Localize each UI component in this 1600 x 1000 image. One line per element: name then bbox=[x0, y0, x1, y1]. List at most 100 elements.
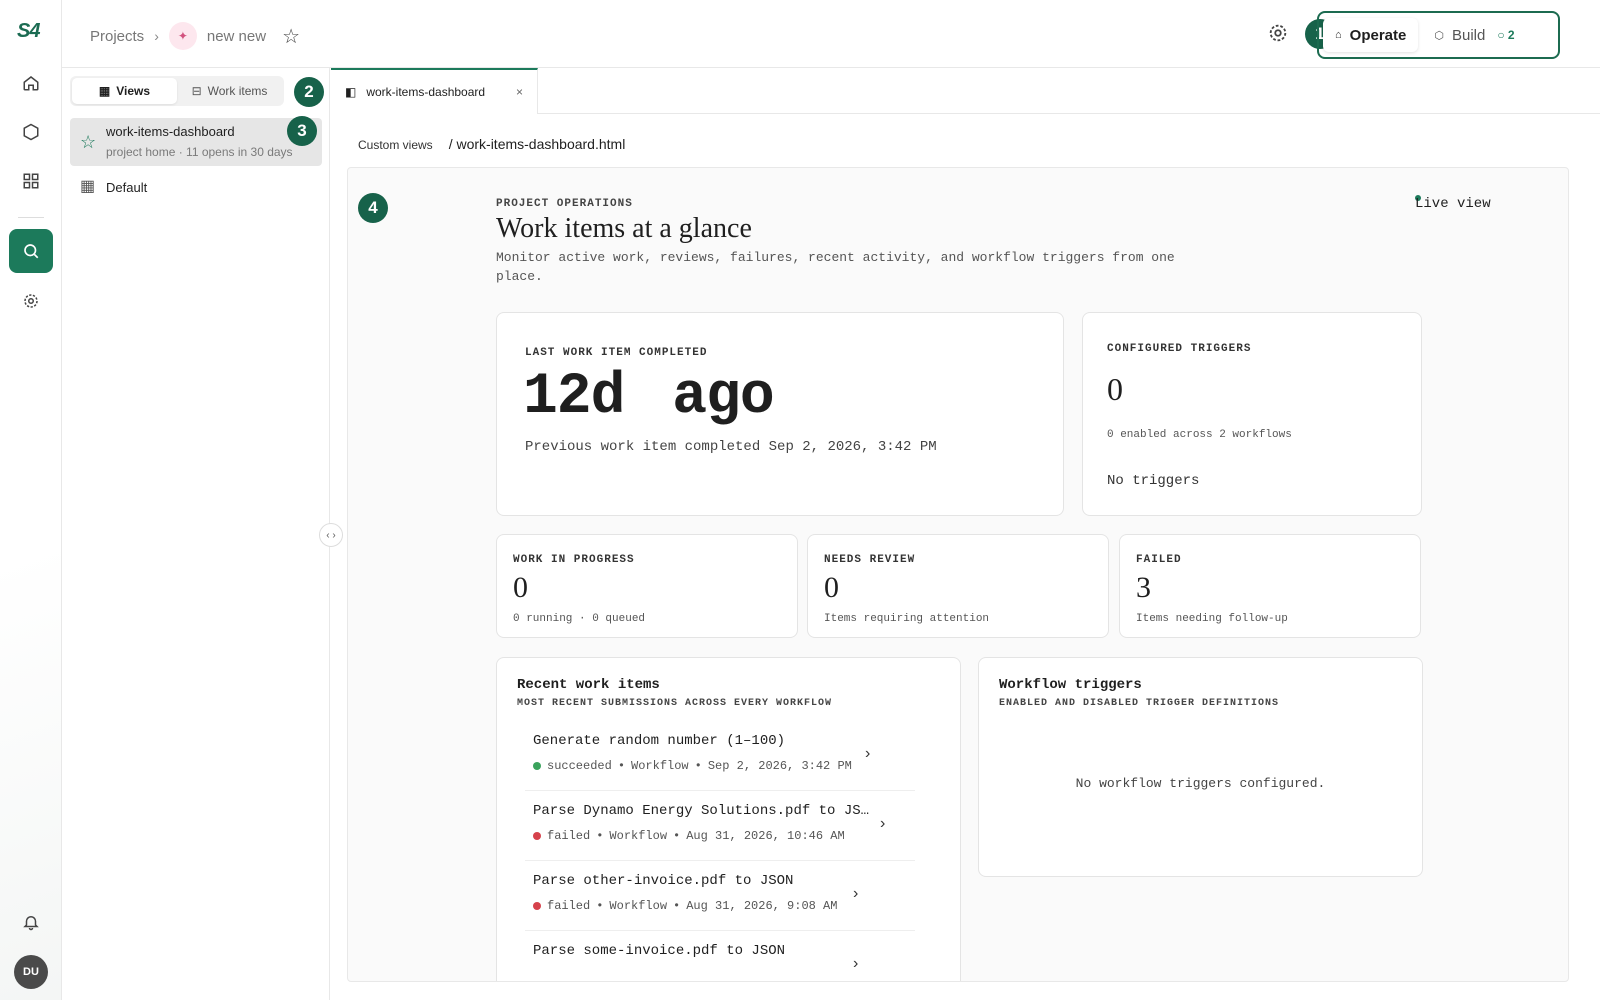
work-item-name: Generate random number (1–100) bbox=[533, 733, 786, 749]
close-icon[interactable]: × bbox=[516, 85, 523, 99]
view-item-work-items-dashboard[interactable]: ☆ work-items-dashboard project home · 11… bbox=[70, 118, 322, 166]
chevron-right-icon: › bbox=[853, 955, 859, 972]
operate-label: Operate bbox=[1349, 26, 1407, 44]
views-segment-control: ▦ Views ⊟ Work items bbox=[70, 76, 284, 106]
settings-icon[interactable] bbox=[19, 289, 43, 313]
separator: • bbox=[694, 759, 702, 773]
separator: • bbox=[673, 899, 681, 913]
list-item[interactable]: Parse other-invoice.pdf to JSON failed •… bbox=[525, 863, 915, 931]
last-completed-sub: Previous work item completed Sep 2, 2026… bbox=[525, 439, 937, 455]
project-icon: ✦ bbox=[168, 22, 197, 50]
stat-label: NEEDS REVIEW bbox=[824, 554, 916, 566]
work-item-time: Aug 31, 2026, 9:08 AM bbox=[686, 899, 838, 913]
tab-bar: ◧ work-items-dashboard × bbox=[331, 68, 1600, 114]
list-item[interactable]: Generate random number (1–100) succeeded… bbox=[525, 723, 915, 791]
chevron-right-icon: › bbox=[154, 28, 159, 44]
separator: • bbox=[673, 829, 681, 843]
collapse-panel-handle[interactable]: ‹ › bbox=[319, 523, 343, 547]
file-path: Custom views / work-items-dashboard.html bbox=[358, 136, 625, 152]
app-logo[interactable]: S4 bbox=[17, 20, 40, 43]
home-icon[interactable] bbox=[19, 71, 43, 95]
breadcrumb-project-name[interactable]: new new bbox=[207, 28, 266, 45]
tab-work-items[interactable]: ⊟ Work items bbox=[177, 78, 282, 104]
path-file: / work-items-dashboard.html bbox=[448, 136, 626, 152]
build-badge: ○ 2 bbox=[1497, 28, 1515, 42]
view-item-title: Default bbox=[106, 180, 148, 195]
work-item-type: Workflow bbox=[609, 899, 668, 913]
status-dot bbox=[533, 902, 541, 910]
build-badge-count: 2 bbox=[1507, 28, 1515, 42]
separator: • bbox=[617, 759, 626, 773]
work-item-type: Workflow bbox=[631, 759, 689, 773]
work-item-time: Aug 31, 2026, 10:46 AM bbox=[686, 829, 845, 843]
gear-icon[interactable] bbox=[1267, 22, 1291, 46]
live-view-label: Live view bbox=[1415, 196, 1491, 212]
hexagon-icon[interactable] bbox=[19, 120, 43, 144]
stat-value: 0 bbox=[824, 571, 839, 604]
work-item-status: failed bbox=[547, 899, 591, 913]
annotation-marker-2: 2 bbox=[294, 77, 324, 107]
last-completed-card: LAST WORK ITEM COMPLETED 12d ago Previou… bbox=[496, 312, 1064, 516]
inbox-icon: ⊟ bbox=[191, 84, 202, 98]
breadcrumb: Projects › ✦ new new ☆ bbox=[90, 22, 300, 50]
annotation-marker-4: 4 bbox=[358, 193, 388, 223]
card-subtitle: ENABLED AND DISABLED TRIGGER DEFINITIONS bbox=[999, 698, 1280, 709]
tab-views-label: Views bbox=[116, 84, 151, 98]
work-item-name: Parse Dynamo Energy Solutions.pdf to JS… bbox=[533, 803, 870, 819]
workflow-triggers-card: Workflow triggers ENABLED AND DISABLED T… bbox=[978, 657, 1423, 877]
work-item-time: Sep 2, 2026, 3:42 PM bbox=[707, 759, 852, 773]
tab-views[interactable]: ▦ Views bbox=[72, 78, 177, 104]
annotation-marker-3: 3 bbox=[287, 116, 317, 146]
recent-work-items-card: Recent work items MOST RECENT SUBMISSION… bbox=[496, 657, 961, 981]
work-item-type: Workflow bbox=[609, 829, 668, 843]
stat-sub: Items requiring attention bbox=[824, 613, 990, 625]
user-avatar[interactable]: DU bbox=[14, 955, 48, 989]
page-title: Work items at a glance bbox=[496, 213, 752, 244]
view-item-subtitle: project home · 11 opens in 30 days bbox=[106, 145, 293, 159]
operate-button[interactable]: ⌂ Operate bbox=[1323, 18, 1419, 52]
tab-work-items-dashboard[interactable]: ◧ work-items-dashboard × bbox=[331, 68, 538, 114]
no-triggers-text: No triggers bbox=[1107, 473, 1200, 489]
work-item-status: failed bbox=[547, 829, 591, 843]
stat-label: FAILED bbox=[1136, 554, 1182, 566]
dashboard-description: Monitor active work, reviews, failures, … bbox=[496, 250, 1175, 284]
stat-value: 3 bbox=[1136, 571, 1151, 604]
chevron-right-icon: › bbox=[865, 745, 871, 762]
dashboard-icon[interactable] bbox=[19, 169, 43, 193]
work-item-name: Parse some-invoice.pdf to JSON bbox=[533, 943, 786, 959]
mode-switcher: ⌂ Operate ⬡ Build ○ 2 bbox=[1317, 11, 1560, 59]
triggers-count: 0 bbox=[1107, 371, 1123, 407]
briefcase-icon: ⌂ bbox=[1335, 29, 1342, 41]
breadcrumb-projects[interactable]: Projects bbox=[90, 28, 144, 45]
dashboard-eyebrow: PROJECT OPERATIONS bbox=[496, 198, 633, 210]
build-label: Build bbox=[1451, 26, 1486, 44]
star-icon[interactable]: ☆ bbox=[282, 24, 300, 49]
tab-label: work-items-dashboard bbox=[366, 85, 486, 99]
build-icon: ⬡ bbox=[1434, 29, 1444, 42]
card-title: Recent work items bbox=[517, 677, 660, 693]
stat-value: 0 bbox=[513, 571, 528, 604]
status-dot bbox=[533, 832, 541, 840]
status-dot bbox=[533, 762, 541, 770]
path-root[interactable]: Custom views bbox=[358, 138, 433, 152]
view-item-title: work-items-dashboard bbox=[106, 124, 235, 139]
search-nav-button[interactable] bbox=[9, 229, 53, 273]
left-rail: S4 DU bbox=[0, 0, 62, 1000]
chevron-right-icon: › bbox=[853, 885, 859, 902]
view-item-default[interactable]: ▦ Default bbox=[70, 172, 322, 202]
stat-label: WORK IN PROGRESS bbox=[513, 554, 635, 566]
grid-icon: ▦ bbox=[80, 178, 96, 195]
list-item[interactable]: Parse some-invoice.pdf to JSON › bbox=[525, 933, 915, 981]
chevron-right-icon: › bbox=[880, 815, 886, 832]
list-item[interactable]: Parse Dynamo Energy Solutions.pdf to JS…… bbox=[525, 793, 915, 861]
empty-state-text: No workflow triggers configured. bbox=[1075, 776, 1326, 791]
rail-divider bbox=[18, 217, 44, 218]
views-panel: ▦ Views ⊟ Work items ☆ work-items-dashbo… bbox=[62, 68, 330, 1000]
card-subtitle: MOST RECENT SUBMISSIONS ACROSS EVERY WOR… bbox=[517, 698, 833, 709]
top-bar: Projects › ✦ new new ☆ 1 ⌂ Operate ⬡ Bui… bbox=[62, 0, 1600, 68]
build-button[interactable]: ⬡ Build ○ 2 bbox=[1422, 18, 1526, 52]
dashboard-frame: 4 PROJECT OPERATIONS Work items at a gla… bbox=[347, 167, 1569, 982]
bell-icon[interactable] bbox=[19, 910, 43, 934]
card-title: Workflow triggers bbox=[999, 677, 1142, 693]
work-item-meta: failed • Workflow • Aug 31, 2026, 10:46 … bbox=[533, 829, 845, 843]
